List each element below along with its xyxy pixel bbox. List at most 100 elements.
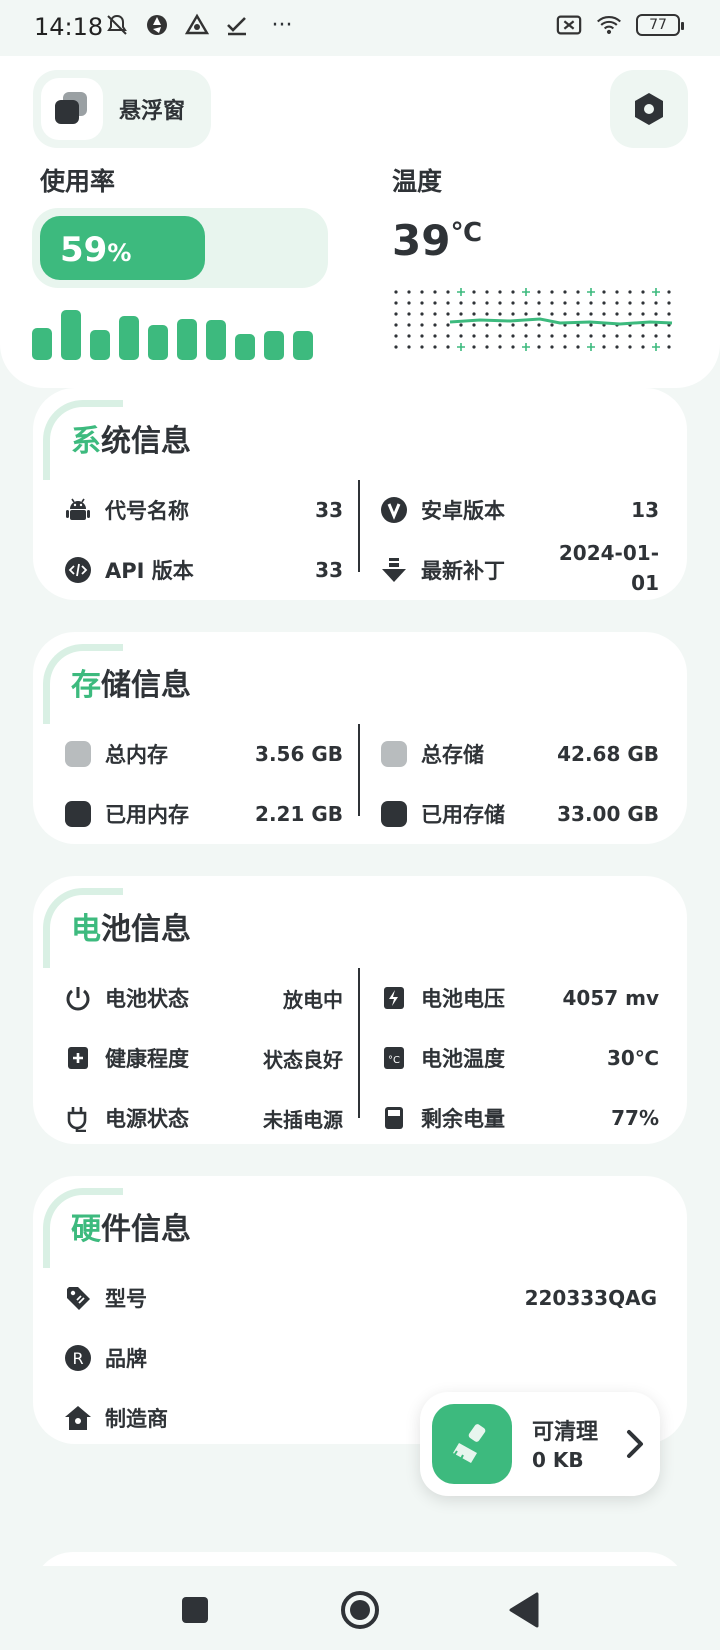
temperature-graph-dot	[472, 323, 476, 327]
settings-hexagon-icon	[635, 93, 663, 125]
system-info-title: 系统信息	[71, 424, 191, 459]
temperature-graph-dot	[433, 323, 437, 327]
temperature-graph-dot	[433, 312, 437, 316]
temperature-graph-dot	[472, 312, 476, 316]
temperature-graph-dot	[407, 334, 411, 338]
usage-history-bar	[177, 319, 197, 360]
cleaner-size: 0 KB	[532, 1448, 584, 1472]
usage-history-bar	[61, 310, 81, 360]
temperature-graph-dot	[641, 345, 645, 349]
info-row-battery-temp: °C 电池温度 30℃	[379, 1028, 659, 1088]
temperature-graph-dot	[511, 290, 515, 294]
temperature-graph-dot	[628, 345, 632, 349]
wifi-icon	[596, 12, 622, 38]
battery-indicator: 77	[636, 14, 684, 36]
status-bar: 14:18 ··· 77	[0, 0, 720, 56]
temperature-graph-dot	[459, 334, 463, 338]
temperature-graph-dot	[589, 312, 593, 316]
square-icon	[182, 1597, 208, 1623]
info-row-android-version: 安卓版本 13	[379, 480, 659, 540]
monitor-panel: 悬浮窗 使用率 59% 温度 39℃	[0, 56, 720, 388]
temperature-graph-dot	[628, 334, 632, 338]
info-row-codename: 代号名称 33	[63, 480, 343, 540]
temperature-graph-dot	[420, 301, 424, 305]
temperature-graph-dot	[615, 301, 619, 305]
temperature-graph-dot	[511, 345, 515, 349]
system-info-card: 系统信息 代号名称 33 API 版本 33 安卓版本 13 最新补丁 2024…	[33, 388, 687, 600]
health-plus-icon	[63, 1043, 93, 1073]
svg-text:°C: °C	[388, 1055, 400, 1066]
temperature-value: 39℃	[392, 216, 482, 265]
temperature-graph-dot	[602, 301, 606, 305]
svg-text:R: R	[72, 1349, 83, 1368]
temperature-graph-dot	[654, 312, 658, 316]
temperature-graph-dot	[563, 345, 567, 349]
temperature-graph-marker	[587, 343, 595, 351]
temperature-graph-marker	[522, 343, 530, 351]
broom-icon	[432, 1404, 512, 1484]
temperature-graph-dot	[550, 345, 554, 349]
battery-info-card: 电池信息 电池状态 放电中 健康程度 状态良好 电源状态 未插电源 电池电压 4…	[33, 876, 687, 1144]
temperature-graph-dot	[641, 334, 645, 338]
usage-title: 使用率	[40, 167, 116, 196]
recents-button[interactable]	[171, 1586, 219, 1634]
float-window-button[interactable]: 悬浮窗	[33, 70, 211, 148]
temperature-graph-dot	[576, 312, 580, 316]
temperature-graph-dot	[641, 312, 645, 316]
temperature-graph-dot	[433, 334, 437, 338]
temperature-graph-dot	[446, 323, 450, 327]
temperature-graph-dot	[628, 290, 632, 294]
settings-button[interactable]	[610, 70, 688, 148]
temperature-graph-dot	[550, 312, 554, 316]
temperature-graph-dot	[563, 290, 567, 294]
temperature-graph-dot	[537, 323, 541, 327]
total-storage-swatch-icon	[379, 739, 409, 769]
temperature-graph-dot	[485, 345, 489, 349]
voltage-icon	[379, 983, 409, 1013]
celsius-icon: °C	[379, 1043, 409, 1073]
cleaner-label: 可清理	[532, 1420, 599, 1445]
task-check-icon	[224, 12, 250, 38]
temperature-graph-dot	[394, 290, 398, 294]
home-button[interactable]	[336, 1586, 384, 1634]
usage-history-bar	[32, 328, 52, 360]
temperature-graph-dot	[394, 323, 398, 327]
temperature-graph-dot	[446, 334, 450, 338]
info-row-brand: R 品牌	[63, 1328, 657, 1388]
temperature-graph-dot	[394, 312, 398, 316]
temperature-graph-dot	[589, 334, 593, 338]
cleaner-button[interactable]: 可清理 0 KB	[420, 1392, 660, 1496]
temperature-graph-dot	[602, 290, 606, 294]
temperature-graph-dot	[407, 312, 411, 316]
temperature-graph-dot	[394, 301, 398, 305]
navigation-bar	[0, 1566, 720, 1650]
battery-info-title: 电池信息	[71, 912, 191, 947]
temperature-graph-dot	[459, 301, 463, 305]
temperature-graph-dot	[576, 334, 580, 338]
temperature-graph-dot	[667, 345, 671, 349]
temperature-graph-dot	[615, 345, 619, 349]
temperature-graph-dot	[550, 301, 554, 305]
registered-icon: R	[63, 1343, 93, 1373]
column-divider	[358, 480, 360, 572]
temperature-graph-dot	[472, 334, 476, 338]
hardware-info-title: 硬件信息	[71, 1212, 191, 1247]
temperature-graph-dot	[472, 301, 476, 305]
back-button[interactable]	[500, 1586, 548, 1634]
temperature-graph-dot	[537, 312, 541, 316]
temperature-graph-dot	[485, 301, 489, 305]
temperature-graph-dot	[407, 323, 411, 327]
usage-history-bars	[32, 300, 322, 360]
temperature-graph-dot	[537, 334, 541, 338]
temperature-graph-dot	[485, 290, 489, 294]
info-row-power-source: 电源状态 未插电源	[63, 1088, 343, 1144]
info-row-total-storage: 总存储 42.68 GB	[379, 724, 659, 784]
usage-history-bar	[90, 330, 110, 360]
usage-history-bar	[206, 320, 226, 360]
temperature-graph-dot	[615, 334, 619, 338]
temperature-graph-dot	[524, 323, 528, 327]
temperature-graph-dot	[446, 312, 450, 316]
usage-progress-fill: 59%	[40, 216, 205, 280]
chevron-right-icon	[624, 1428, 646, 1464]
plug-icon	[63, 1103, 93, 1133]
